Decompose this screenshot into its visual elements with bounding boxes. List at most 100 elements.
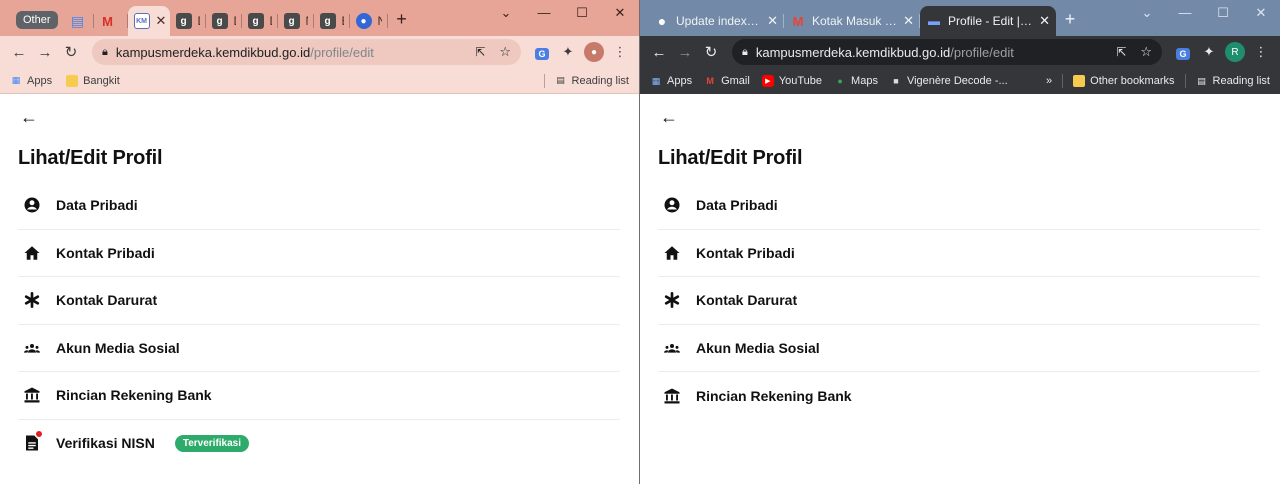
bookmark-star-icon[interactable]: ☆ (499, 44, 511, 60)
window-controls: ⌄ — ☐ ✕ (487, 0, 639, 26)
reload-button[interactable]: ↻ (698, 43, 724, 61)
url-host: kampusmerdeka.kemdikbud.go.id (115, 44, 311, 60)
reading-list-label: Reading list (1212, 75, 1270, 87)
close-tab-icon[interactable]: ✕ (1039, 13, 1050, 29)
menu-item-kontak-darurat[interactable]: Kontak Darurat (658, 277, 1260, 325)
tab-g-4[interactable]: g N (278, 6, 314, 36)
tab-kampus-merdeka-active[interactable]: ▬ Profile - Edit | Mer ✕ (920, 6, 1056, 36)
bookmark-maps[interactable]: ● Maps (834, 75, 878, 87)
forward-nav-button[interactable]: → (32, 44, 58, 61)
lock-icon[interactable]: 🔒︎ (102, 46, 108, 59)
bookmark-star-icon[interactable]: ☆ (1140, 44, 1152, 60)
tab-g-3[interactable]: g D (242, 6, 278, 36)
menu-item-kontak-pribadi[interactable]: Kontak Pribadi (18, 230, 620, 277)
menu-item-akun-media-sosial[interactable]: Akun Media Sosial (18, 325, 620, 372)
bookmark-bangkit[interactable]: Bangkit (66, 74, 120, 87)
tab-title: N (378, 14, 382, 28)
profile-avatar[interactable]: R (1222, 42, 1248, 62)
minimize-button[interactable]: — (525, 0, 563, 26)
minimize-button[interactable]: — (1166, 0, 1204, 26)
folder-icon (66, 74, 79, 87)
menu-label: Data Pribadi (56, 197, 138, 214)
forward-nav-button[interactable]: → (672, 44, 698, 61)
new-tab-button[interactable]: + (388, 9, 416, 30)
tab-g-2[interactable]: g D (206, 6, 242, 36)
menu-label: Verifikasi NISN (56, 435, 155, 452)
asterisk-icon (20, 292, 44, 309)
toolbar: ← → ↻ 🔒︎ kampusmerdeka.kemdikbud.go.id/p… (640, 36, 1280, 68)
bookmark-vigenere[interactable]: ■ Vigenère Decode -... (890, 75, 1007, 87)
bookmark-youtube[interactable]: ▶ YouTube (761, 75, 822, 87)
reading-list-icon: ▤ (556, 75, 565, 85)
apps-grid-icon: ▦ (11, 75, 21, 85)
bookmark-apps[interactable]: ▦ Apps (650, 75, 692, 87)
reload-button[interactable]: ↻ (58, 43, 84, 61)
tab-g-5[interactable]: g B (314, 6, 350, 36)
extensions-icon[interactable]: ✦ (1196, 44, 1222, 60)
close-window-button[interactable]: ✕ (1242, 0, 1280, 26)
other-bookmarks[interactable]: Other bookmarks (1073, 75, 1175, 87)
new-tab-button[interactable]: + (1056, 9, 1084, 30)
close-tab-icon[interactable]: ✕ (156, 13, 167, 29)
bookmark-gmail[interactable]: M Gmail (704, 75, 749, 87)
tab-globe[interactable]: ● N (350, 6, 388, 36)
tab-docs[interactable]: ▤ Tr (64, 6, 94, 36)
menu-item-rincian-rekening-bank[interactable]: Rincian Rekening Bank (658, 372, 1260, 420)
back-nav-button[interactable]: ← (646, 44, 672, 61)
back-arrow-icon[interactable]: ← (660, 108, 1262, 126)
translate-icon[interactable]: G (1170, 45, 1196, 60)
profile-page: ← Lihat/Edit Profil Data Pribadi Kontak … (0, 94, 639, 467)
tab-search-icon[interactable]: ⌄ (1128, 0, 1166, 26)
menu-item-verifikasi-nisn[interactable]: Verifikasi NISN Terverifikasi (18, 420, 620, 468)
share-icon[interactable]: ⇱ (475, 45, 485, 59)
tab-search-icon[interactable]: ⌄ (487, 0, 525, 26)
bookmark-apps[interactable]: ▦ Apps (10, 75, 52, 87)
tab-kampus-merdeka-active[interactable]: KM ✕ (127, 6, 170, 36)
menu-item-kontak-pribadi[interactable]: Kontak Pribadi (658, 230, 1260, 277)
translate-icon[interactable]: G (529, 45, 555, 60)
reading-list[interactable]: ▤ Reading list (555, 75, 629, 87)
menu-item-akun-media-sosial[interactable]: Akun Media Sosial (658, 325, 1260, 372)
profile-menu: Data Pribadi Kontak Pribadi Kontak Darur… (658, 182, 1260, 420)
tab-gmail[interactable]: M Kotak Masuk (1.44 ✕ (784, 6, 920, 36)
bookmarks-bar: ▦ Apps Bangkit ▤ Reading list (0, 68, 639, 94)
menu-item-kontak-darurat[interactable]: Kontak Darurat (18, 277, 620, 325)
close-window-button[interactable]: ✕ (601, 0, 639, 26)
address-bar[interactable]: 🔒︎ kampusmerdeka.kemdikbud.go.id/profile… (732, 39, 1162, 65)
back-arrow-icon[interactable]: ← (20, 108, 621, 126)
tab-g-1[interactable]: g D (170, 6, 206, 36)
close-tab-icon[interactable]: ✕ (903, 13, 914, 29)
share-icon[interactable]: ⇱ (1116, 45, 1126, 59)
lock-icon[interactable]: 🔒︎ (742, 46, 748, 59)
menu-label: Kontak Pribadi (696, 244, 795, 261)
tab-github[interactable]: ● Update index.html ✕ (648, 6, 784, 36)
cipher-site-icon: ■ (893, 76, 899, 86)
menu-item-data-pribadi[interactable]: Data Pribadi (658, 182, 1260, 230)
maximize-button[interactable]: ☐ (1204, 0, 1242, 26)
globe-icon: ● (355, 13, 372, 29)
screen: Other ▤ Tr M Ir KM ✕ g D g D g (0, 0, 1280, 484)
menu-icon[interactable]: ⋮ (607, 44, 633, 60)
bookmark-label: Maps (851, 75, 878, 87)
extensions-icon[interactable]: ✦ (555, 44, 581, 60)
right-browser-window: ● Update index.html ✕ M Kotak Masuk (1.4… (640, 0, 1280, 484)
menu-item-data-pribadi[interactable]: Data Pribadi (18, 182, 620, 230)
bookmarks-overflow-button[interactable]: » (1046, 75, 1052, 87)
g-icon: g (211, 13, 228, 29)
g-icon: g (247, 13, 264, 29)
tab-group-chip[interactable]: Other (16, 11, 58, 29)
divider (1062, 74, 1064, 88)
profile-avatar[interactable]: ● (581, 42, 607, 62)
close-tab-icon[interactable]: ✕ (767, 13, 778, 29)
tab-title: N (306, 14, 308, 28)
apps-grid-icon: ▦ (651, 75, 661, 86)
github-icon: ● (657, 13, 667, 29)
back-nav-button[interactable]: ← (6, 44, 32, 61)
menu-item-rincian-rekening-bank[interactable]: Rincian Rekening Bank (18, 372, 620, 420)
menu-icon[interactable]: ⋮ (1248, 44, 1274, 60)
tab-gmail[interactable]: M Ir (94, 6, 128, 36)
reading-list[interactable]: ▤ Reading list (1196, 75, 1270, 87)
maps-pin-icon: ● (837, 76, 843, 86)
maximize-button[interactable]: ☐ (563, 0, 601, 26)
address-bar[interactable]: 🔒︎ kampusmerdeka.kemdikbud.go.id/profile… (92, 39, 521, 65)
